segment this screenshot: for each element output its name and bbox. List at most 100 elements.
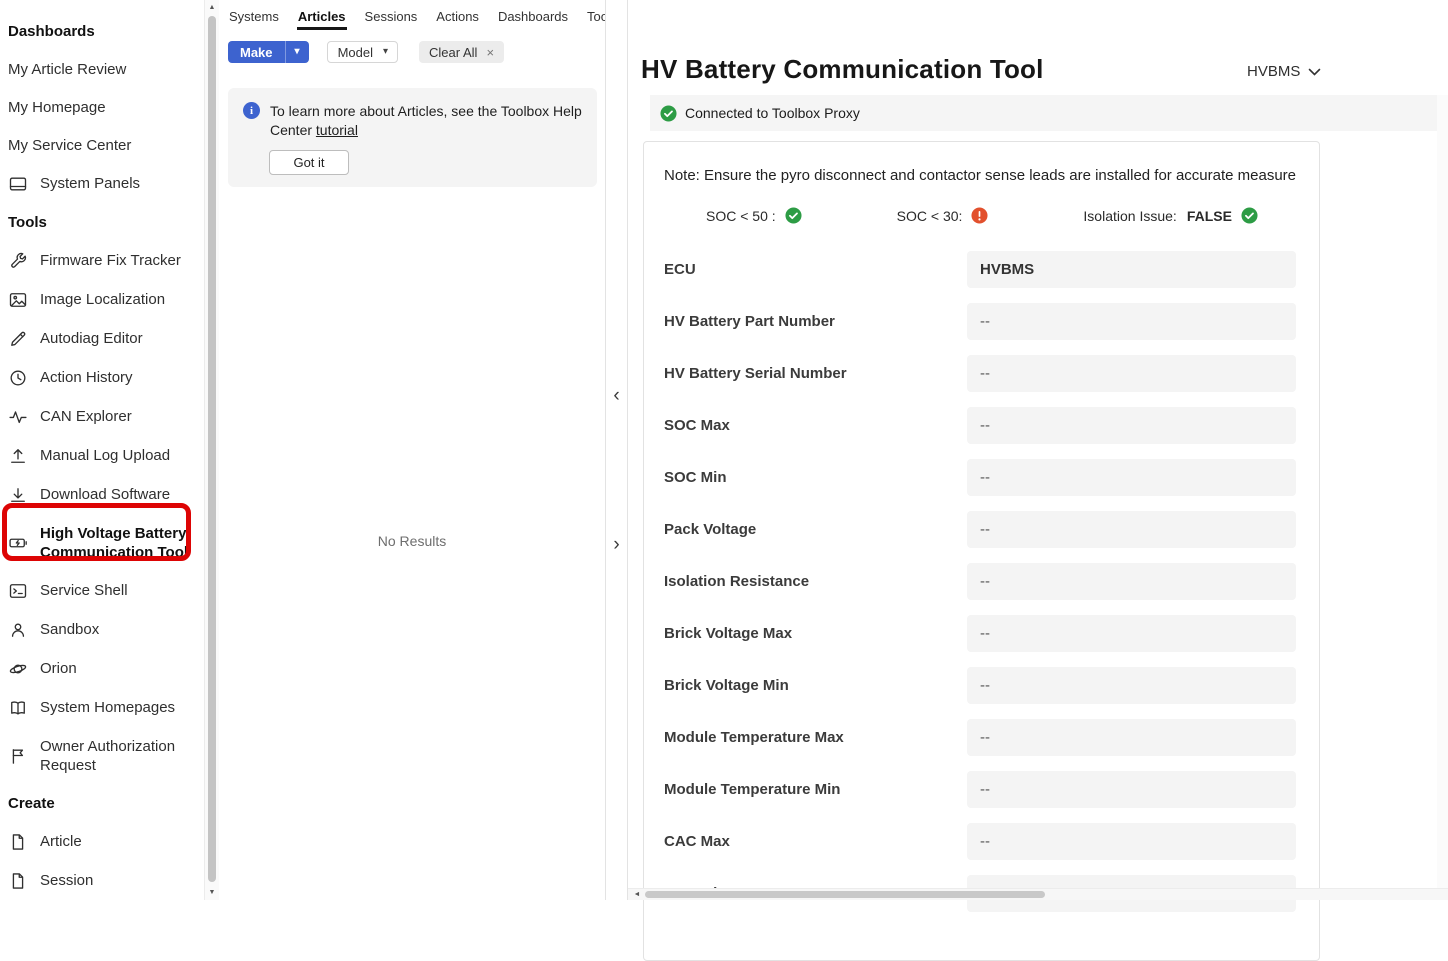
document-icon (8, 871, 28, 891)
tab-dashboards[interactable]: Dashboards (497, 0, 569, 30)
sidebar-item-system-panels[interactable]: System Panels (8, 164, 200, 203)
sidebar-item-label: System Homepages (40, 698, 175, 717)
sidebar-item-download-software[interactable]: Download Software (8, 475, 200, 514)
sidebar-item-manual-log-upload[interactable]: Manual Log Upload (8, 436, 200, 475)
indicator-label: Isolation Issue: (1083, 208, 1176, 224)
sidebar-item-my-service-center[interactable]: My Service Center (8, 126, 200, 164)
field-row-brick-voltage-max: Brick Voltage Max -- (664, 615, 1296, 652)
soc-50-indicator: SOC < 50 : (706, 207, 802, 224)
collapse-left-icon[interactable]: ‹ (606, 383, 627, 409)
clear-all-chip[interactable]: Clear All × (419, 41, 504, 63)
field-value: -- (967, 667, 1296, 704)
sidebar-item-label: Firmware Fix Tracker (40, 251, 181, 270)
sidebar-item-my-homepage[interactable]: My Homepage (8, 88, 200, 126)
info-icon: i (243, 102, 260, 119)
field-value: -- (967, 823, 1296, 860)
field-value: -- (967, 303, 1296, 340)
isolation-indicator: Isolation Issue: FALSE (1083, 207, 1258, 224)
ecu-selector-dropdown[interactable]: HVBMS (1247, 63, 1321, 80)
sidebar-item-owner-authorization-request[interactable]: Owner Authorization Request (8, 727, 200, 784)
sidebar-item-label: My Article Review (8, 60, 126, 79)
field-row-ecu: ECU HVBMS (664, 251, 1296, 288)
sidebar-item-high-voltage-battery-communication-tool[interactable]: High Voltage Battery Communication Tool (8, 514, 200, 571)
field-value: -- (967, 771, 1296, 808)
close-icon[interactable]: × (486, 45, 494, 60)
scroll-left-icon[interactable]: ◄ (630, 889, 644, 900)
field-value: -- (967, 511, 1296, 548)
horizontal-scrollbar-thumb[interactable] (645, 891, 1045, 898)
field-row-hv-battery-serial-number: HV Battery Serial Number -- (664, 355, 1296, 392)
battery-icon (8, 533, 28, 553)
tab-sessions[interactable]: Sessions (364, 0, 419, 30)
chevron-down-icon (1308, 68, 1321, 76)
sidebar-item-label: Action History (40, 368, 133, 387)
sidebar-item-label: Service Shell (40, 581, 128, 600)
sidebar-item-firmware-fix-tracker[interactable]: Firmware Fix Tracker (8, 241, 200, 280)
make-filter-button[interactable]: Make ▾ (228, 41, 309, 63)
soc-30-indicator: SOC < 30: (897, 207, 989, 224)
field-label: Isolation Resistance (664, 572, 954, 591)
sidebar-section-tools: Tools (8, 203, 200, 241)
model-filter-button[interactable]: Model ▾ (327, 41, 398, 63)
sidebar-item-can-explorer[interactable]: CAN Explorer (8, 397, 200, 436)
model-filter-label: Model (328, 45, 383, 60)
note-text: Note: Ensure the pyro disconnect and con… (664, 166, 1296, 185)
panel-divider: ‹ › (605, 0, 628, 900)
sidebar-item-autodiag-editor[interactable]: Autodiag Editor (8, 319, 200, 358)
sidebar-item-service-shell[interactable]: Service Shell (8, 571, 200, 610)
sidebar-item-label: Orion (40, 659, 77, 678)
connection-status-banner: Connected to Toolbox Proxy (650, 95, 1437, 131)
main-panel: HV Battery Communication Tool HVBMS Conn… (628, 0, 1448, 900)
sidebar-item-orion[interactable]: Orion (8, 649, 200, 688)
field-label: ECU (664, 260, 954, 279)
sidebar-scrollbar-thumb[interactable] (208, 16, 216, 882)
main-vertical-scrollbar[interactable] (1437, 95, 1448, 888)
document-icon (8, 832, 28, 852)
field-value: -- (967, 355, 1296, 392)
field-label: Pack Voltage (664, 520, 954, 539)
clear-all-label: Clear All (429, 45, 477, 60)
field-label: HV Battery Part Number (664, 312, 954, 331)
tutorial-link[interactable]: tutorial (316, 122, 358, 138)
tab-articles[interactable]: Articles (297, 0, 347, 30)
field-label: SOC Min (664, 468, 954, 487)
caret-down-icon: ▾ (286, 47, 309, 57)
planet-icon (8, 659, 28, 679)
book-icon (8, 698, 28, 718)
scroll-down-icon[interactable]: ▼ (205, 885, 219, 900)
battery-data-card: Note: Ensure the pyro disconnect and con… (643, 141, 1320, 961)
page-title: HV Battery Communication Tool (641, 54, 1044, 84)
check-circle-icon (1241, 207, 1258, 224)
tab-systems[interactable]: Systems (228, 0, 280, 30)
field-label: Module Temperature Min (664, 780, 954, 799)
check-circle-icon (660, 105, 677, 122)
sidebar-item-label: Sandbox (40, 620, 99, 639)
sidebar-item-my-article-review[interactable]: My Article Review (8, 50, 200, 88)
sidebar-item-create-article[interactable]: Article (8, 822, 200, 861)
sidebar-item-label: Autodiag Editor (40, 329, 143, 348)
scroll-up-icon[interactable]: ▲ (205, 0, 219, 15)
sidebar-item-action-history[interactable]: Action History (8, 358, 200, 397)
indicator-value: FALSE (1187, 208, 1232, 224)
field-label: CAC Max (664, 832, 954, 851)
sidebar-item-create-session[interactable]: Session (8, 861, 200, 900)
field-list: ECU HVBMS HV Battery Part Number -- HV B… (664, 251, 1296, 912)
main-horizontal-scrollbar[interactable]: ◄ (628, 888, 1448, 900)
info-text: To learn more about Articles, see the To… (270, 102, 582, 140)
field-row-module-temperature-min: Module Temperature Min -- (664, 771, 1296, 808)
expand-right-icon[interactable]: › (606, 532, 627, 558)
indicator-label: SOC < 30: (897, 208, 963, 224)
sidebar-item-image-localization[interactable]: Image Localization (8, 280, 200, 319)
sidebar-scrollbar[interactable]: ▲ ▼ (204, 0, 219, 900)
field-row-pack-voltage: Pack Voltage -- (664, 511, 1296, 548)
terminal-icon (8, 581, 28, 601)
sidebar-item-sandbox[interactable]: Sandbox (8, 610, 200, 649)
sidebar-item-label: Session (40, 871, 93, 890)
field-value: -- (967, 563, 1296, 600)
field-label: Module Temperature Max (664, 728, 954, 747)
sidebar-item-system-homepages[interactable]: System Homepages (8, 688, 200, 727)
tab-actions[interactable]: Actions (435, 0, 480, 30)
field-value: HVBMS (967, 251, 1296, 288)
field-value: -- (967, 719, 1296, 756)
got-it-button[interactable]: Got it (269, 150, 349, 175)
